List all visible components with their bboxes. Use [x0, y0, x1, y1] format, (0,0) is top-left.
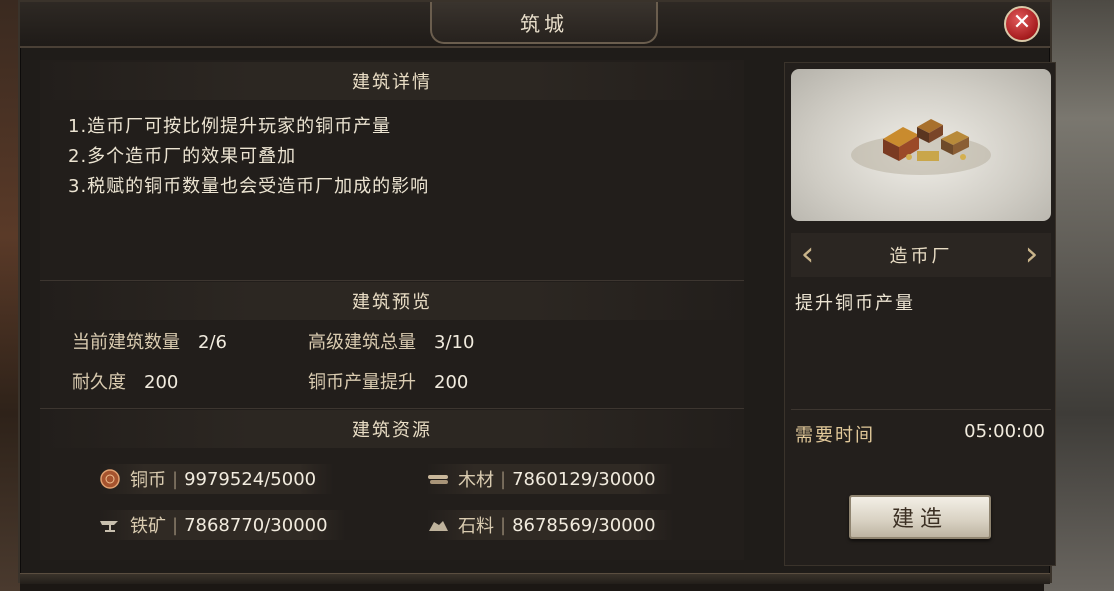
prev-building-button[interactable]: ‹ [797, 237, 821, 271]
resource-amount: 7868770/30000 [184, 514, 328, 536]
copper-boost-stat: 铜币产量提升 200 [308, 368, 468, 394]
current-building-count: 当前建筑数量 2/6 [72, 328, 227, 354]
current-count-value: 2/6 [198, 332, 227, 353]
building-preview-image [791, 69, 1051, 221]
card-divider [791, 409, 1051, 410]
section-divider [40, 280, 744, 281]
resource-iron: 铁矿 | 7868770/30000 [98, 510, 346, 540]
durability-label: 耐久度 [72, 372, 126, 393]
resource-name: 木材 [458, 470, 494, 491]
preview-header: 建筑预览 [40, 282, 744, 320]
build-button[interactable]: 建造 [849, 495, 991, 539]
detail-line-2: 2.多个造币厂的效果可叠加 [68, 146, 297, 167]
detail-line-3: 3.税赋的铜币数量也会受造币厂加成的影响 [68, 176, 430, 197]
background-scenery-left [0, 0, 20, 591]
resource-amount: 7860129/30000 [512, 468, 656, 490]
next-building-button[interactable]: › [1021, 237, 1045, 271]
copper-boost-label: 铜币产量提升 [308, 372, 416, 393]
building-selector: ‹ 造币厂 › [791, 233, 1051, 277]
resource-amount: 8678569/30000 [512, 514, 656, 536]
building-description: 提升铜币产量 [795, 293, 915, 314]
resource-name: 石料 [458, 516, 494, 537]
wood-icon [426, 469, 450, 489]
resource-copper: 铜币 | 9979524/5000 [98, 464, 335, 494]
building-name: 造币厂 [889, 246, 953, 267]
stone-icon [426, 515, 450, 535]
build-city-dialog: 筑城 ✕ 建筑详情 1.造币厂可按比例提升玩家的铜币产量 2.多个造币厂的效果可… [18, 0, 1056, 584]
resource-name: 铜币 [130, 470, 166, 491]
current-count-label: 当前建筑数量 [72, 332, 180, 353]
resource-wood: 木材 | 7860129/30000 [426, 464, 674, 494]
durability-stat: 耐久度 200 [72, 368, 178, 394]
dialog-title-bar: 筑城 ✕ [20, 2, 1050, 48]
resource-amount: 9979524/5000 [184, 468, 317, 490]
advanced-total-value: 3/10 [434, 332, 475, 353]
resources-header: 建筑资源 [40, 410, 744, 448]
section-divider [40, 408, 744, 409]
iron-ore-icon [98, 515, 122, 535]
build-time-label: 需要时间 [795, 425, 875, 446]
dialog-title: 筑城 [430, 2, 658, 44]
copper-boost-value: 200 [434, 372, 469, 393]
durability-value: 200 [144, 372, 179, 393]
bottom-trim [20, 573, 1050, 584]
detail-line-1: 1.造币厂可按比例提升玩家的铜币产量 [68, 116, 392, 137]
details-header: 建筑详情 [40, 62, 744, 100]
advanced-total-label: 高级建筑总量 [308, 332, 416, 353]
advanced-building-total: 高级建筑总量 3/10 [308, 328, 474, 354]
resource-name: 铁矿 [130, 516, 166, 537]
copper-coin-icon [98, 469, 122, 489]
building-info-panel: 建筑详情 1.造币厂可按比例提升玩家的铜币产量 2.多个造币厂的效果可叠加 3.… [40, 60, 744, 560]
building-card: ‹ 造币厂 › 提升铜币产量 需要时间 05:00:00 建造 [784, 62, 1056, 566]
build-time-value: 05:00:00 [964, 421, 1045, 442]
resource-stone: 石料 | 8678569/30000 [426, 510, 674, 540]
close-button[interactable]: ✕ [1004, 6, 1040, 42]
